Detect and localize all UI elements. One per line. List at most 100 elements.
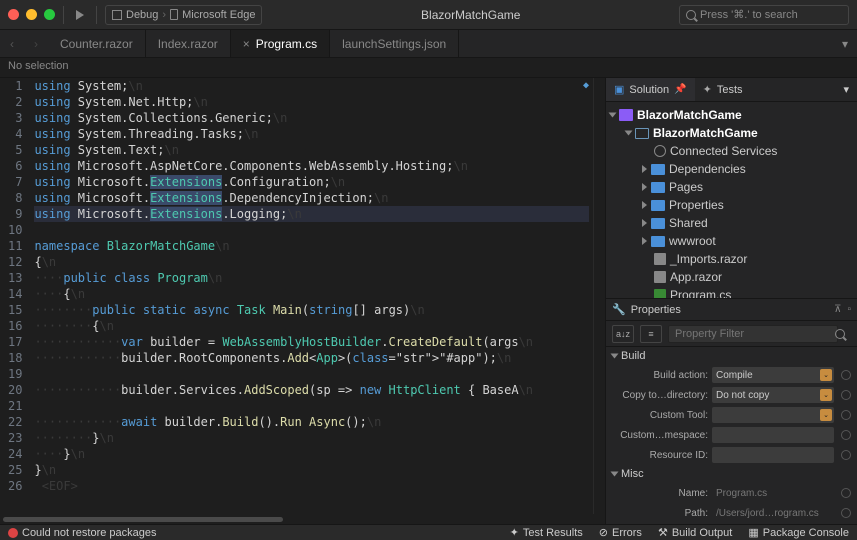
razor-icon: [654, 271, 666, 283]
solution-tab[interactable]: ▣Solution📌: [606, 78, 695, 101]
connected-services-icon: [654, 145, 666, 157]
pin-icon[interactable]: 📌: [674, 84, 686, 95]
dropdown-icon[interactable]: ⌄: [820, 389, 832, 401]
nav-forward[interactable]: ›: [24, 30, 48, 57]
pin-icon[interactable]: ⊼: [834, 304, 841, 315]
global-search[interactable]: Press '⌘.' to search: [679, 5, 849, 25]
debug-config-selector[interactable]: Debug › Microsoft Edge: [105, 5, 262, 25]
line-gutter: 1234567891011121314151617181920212223242…: [0, 78, 30, 514]
folder-icon: [651, 200, 665, 211]
search-icon: [686, 10, 696, 20]
status-package-console[interactable]: ▦Package Console: [748, 526, 849, 539]
disclosure-icon[interactable]: [642, 183, 647, 191]
config-icon: [112, 10, 122, 20]
code-editor[interactable]: 1234567891011121314151617181920212223242…: [0, 78, 605, 514]
reset-button[interactable]: [841, 488, 851, 498]
reset-button[interactable]: [841, 390, 851, 400]
sidebar: ▣Solution📌 ✦Tests ▾ BlazorMatchGame Blaz…: [605, 78, 857, 524]
property-value[interactable]: /Users/jord…rogram.cs: [712, 505, 834, 521]
close-window[interactable]: [8, 9, 19, 20]
disclosure-icon[interactable]: [625, 131, 633, 136]
wrench-icon: 🔧: [612, 303, 626, 316]
horizontal-scrollbar[interactable]: [0, 514, 605, 524]
dropdown-icon[interactable]: ⌄: [820, 369, 832, 381]
disclosure-icon[interactable]: [642, 237, 647, 245]
tab-counter[interactable]: Counter.razor: [48, 30, 146, 57]
solution-tree[interactable]: BlazorMatchGame BlazorMatchGame Connecte…: [606, 102, 857, 298]
project-name[interactable]: BlazorMatchGame: [653, 126, 758, 140]
tree-item[interactable]: wwwroot: [669, 234, 716, 248]
tab-launch[interactable]: launchSettings.json: [330, 30, 459, 57]
dock-icon[interactable]: ▫: [847, 304, 851, 315]
maximize-window[interactable]: [44, 9, 55, 20]
minimap[interactable]: [593, 78, 605, 514]
folder-icon: [651, 218, 665, 229]
disclosure-icon[interactable]: [611, 472, 619, 477]
solution-name[interactable]: BlazorMatchGame: [637, 108, 742, 122]
sort-category-button[interactable]: ≡: [640, 325, 662, 343]
tab-index[interactable]: Index.razor: [146, 30, 231, 57]
property-label: Build action:: [612, 370, 708, 381]
category-build[interactable]: Build: [621, 350, 645, 362]
window-title: BlazorMatchGame: [270, 8, 671, 22]
status-error[interactable]: Could not restore packages: [8, 527, 157, 539]
property-value[interactable]: [712, 447, 834, 463]
tests-tab[interactable]: ✦Tests: [695, 78, 751, 101]
tree-item[interactable]: Program.cs: [670, 288, 731, 298]
property-value[interactable]: [712, 427, 834, 443]
status-errors[interactable]: ⊘Errors: [599, 526, 642, 539]
property-value[interactable]: Compile⌄: [712, 367, 834, 383]
solution-icon: [619, 109, 633, 121]
code-content[interactable]: using System;\nusing System.Net.Http;\nu…: [30, 78, 593, 514]
reset-button[interactable]: [841, 430, 851, 440]
tab-overflow[interactable]: ▾: [833, 30, 857, 57]
sort-alpha-button[interactable]: a↓z: [612, 325, 634, 343]
errors-icon: ⊘: [599, 526, 608, 539]
hammer-icon: ⚒: [658, 526, 668, 539]
flask-icon: ✦: [510, 526, 519, 539]
properties-title: Properties: [631, 304, 681, 316]
reset-button[interactable]: [841, 410, 851, 420]
property-row: Name:Program.cs: [606, 483, 857, 503]
sidebar-overflow[interactable]: ▾: [835, 78, 857, 101]
tree-item[interactable]: Properties: [669, 198, 724, 212]
status-test-results[interactable]: ✦Test Results: [510, 526, 583, 539]
disclosure-icon[interactable]: [609, 113, 617, 118]
package-icon: ▦: [748, 526, 758, 539]
property-value[interactable]: ⌄: [712, 407, 834, 423]
target-icon: [170, 9, 178, 20]
property-row: Custom Tool: ⌄: [606, 405, 857, 425]
property-row: Resource ID:: [606, 445, 857, 465]
property-value[interactable]: Do not copy⌄: [712, 387, 834, 403]
reset-button[interactable]: [841, 370, 851, 380]
property-label: Custom Tool:: [612, 410, 708, 421]
editor-tabs: ‹ › Counter.razor Index.razor ×Program.c…: [0, 30, 857, 58]
nav-back[interactable]: ‹: [0, 30, 24, 57]
property-label: Custom…mespace:: [612, 430, 708, 441]
tree-item[interactable]: Pages: [669, 180, 703, 194]
disclosure-icon[interactable]: [642, 201, 647, 209]
disclosure-icon[interactable]: [611, 354, 619, 359]
status-build-output[interactable]: ⚒Build Output: [658, 526, 732, 539]
disclosure-icon[interactable]: [642, 165, 647, 173]
property-filter-input[interactable]: [668, 325, 838, 343]
debug-target-label: Microsoft Edge: [182, 9, 255, 21]
close-tab-icon[interactable]: ×: [243, 37, 250, 51]
tree-item[interactable]: Shared: [669, 216, 708, 230]
tree-item[interactable]: _Imports.razor: [670, 252, 747, 266]
reset-button[interactable]: [841, 450, 851, 460]
breadcrumb[interactable]: No selection: [0, 58, 857, 78]
tree-item[interactable]: Dependencies: [669, 162, 746, 176]
tab-program[interactable]: ×Program.cs: [231, 30, 330, 57]
dropdown-icon[interactable]: ⌄: [820, 409, 832, 421]
tree-item[interactable]: App.razor: [670, 270, 722, 284]
reset-button[interactable]: [841, 508, 851, 518]
debug-config-label: Debug: [126, 9, 158, 21]
disclosure-icon[interactable]: [642, 219, 647, 227]
tree-item[interactable]: Connected Services: [670, 144, 777, 158]
property-row: Custom…mespace:: [606, 425, 857, 445]
minimize-window[interactable]: [26, 9, 37, 20]
run-button[interactable]: [76, 10, 84, 20]
property-value[interactable]: Program.cs: [712, 485, 834, 501]
category-misc[interactable]: Misc: [621, 468, 644, 480]
